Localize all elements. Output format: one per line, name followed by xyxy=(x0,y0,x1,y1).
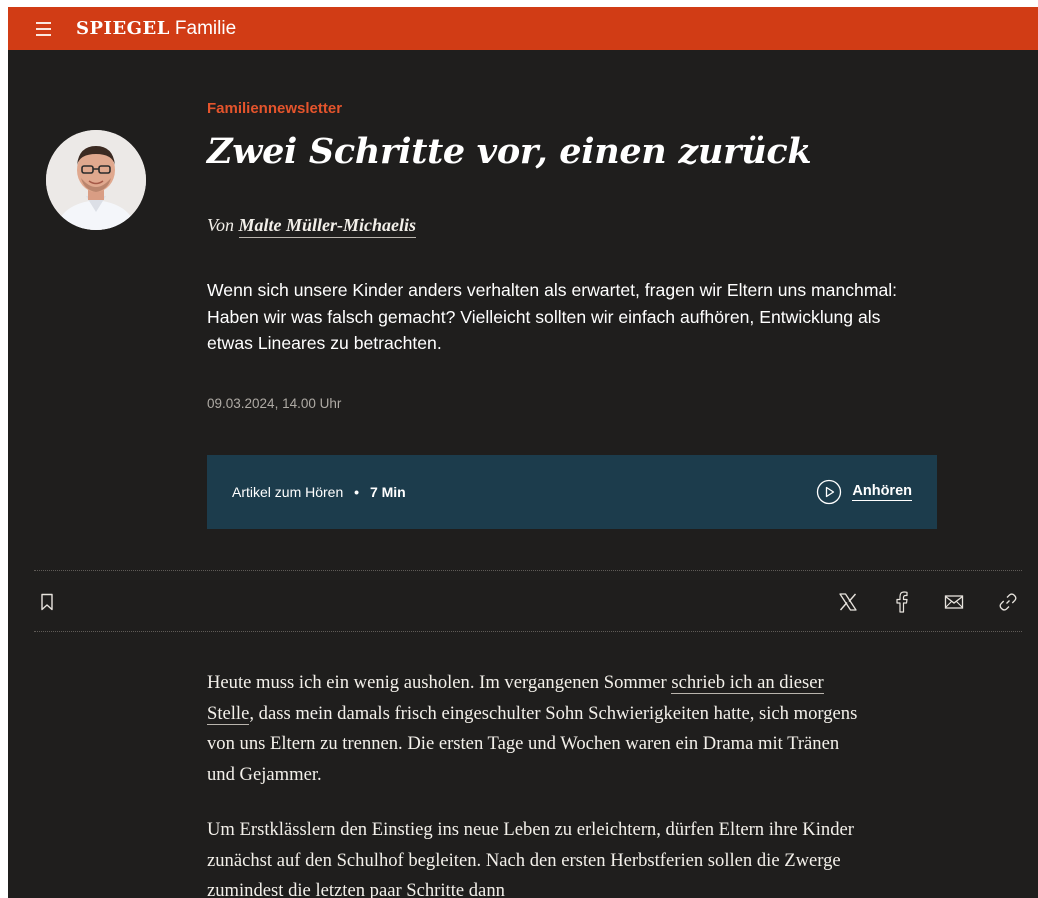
body-paragraph: Um Erstklässlern den Einstieg ins neue L… xyxy=(207,819,854,898)
link-icon[interactable] xyxy=(995,589,1021,615)
top-navigation-bar: SPIEGEL Familie xyxy=(8,7,1038,50)
divider-bottom xyxy=(34,631,1022,632)
publish-date: 09.03.2024, 14.00 Uhr xyxy=(207,396,342,411)
hamburger-icon[interactable] xyxy=(36,19,66,39)
body-paragraph-text: Heute muss ich ein wenig ausholen. Im ve… xyxy=(207,672,672,693)
brand-link[interactable]: SPIEGEL Familie xyxy=(76,18,236,40)
body-paragraph: Heute muss ich ein wenig ausholen. Im ve… xyxy=(207,668,867,790)
audio-player: Artikel zum Hören • 7 Min Anhören xyxy=(207,455,937,529)
divider-top xyxy=(34,570,1022,571)
audio-separator: • xyxy=(354,484,360,500)
play-circle-icon[interactable] xyxy=(816,479,842,505)
audio-label-group: Artikel zum Hören • 7 Min xyxy=(232,484,406,500)
audio-label: Artikel zum Hören xyxy=(232,484,344,500)
body-paragraph-text: , dass mein damals frisch eingeschulter … xyxy=(207,702,858,785)
listen-button[interactable]: Anhören xyxy=(816,479,912,505)
listen-label[interactable]: Anhören xyxy=(852,483,912,501)
byline: Von Malte Müller-Michaelis xyxy=(207,215,417,238)
author-link[interactable]: Malte Müller-Michaelis xyxy=(238,215,417,238)
author-avatar[interactable] xyxy=(46,130,146,230)
spiegel-logo[interactable]: SPIEGEL xyxy=(76,18,170,39)
x-icon[interactable] xyxy=(835,589,861,615)
article-headline: Zwei Schritte vor, einen zurück xyxy=(207,131,812,172)
page-frame: SPIEGEL Familie Familiennewsletter Zwei … xyxy=(8,7,1038,898)
mail-icon[interactable] xyxy=(941,589,967,615)
audio-duration: 7 Min xyxy=(369,484,406,500)
bookmark-icon[interactable] xyxy=(34,589,60,615)
byline-prefix: Von xyxy=(207,215,234,235)
facebook-icon[interactable] xyxy=(888,589,914,615)
section-name[interactable]: Familie xyxy=(175,18,236,40)
article-kicker: Familiennewsletter xyxy=(207,100,343,117)
article-teaser: Wenn sich unsere Kinder anders verhalten… xyxy=(207,280,898,353)
